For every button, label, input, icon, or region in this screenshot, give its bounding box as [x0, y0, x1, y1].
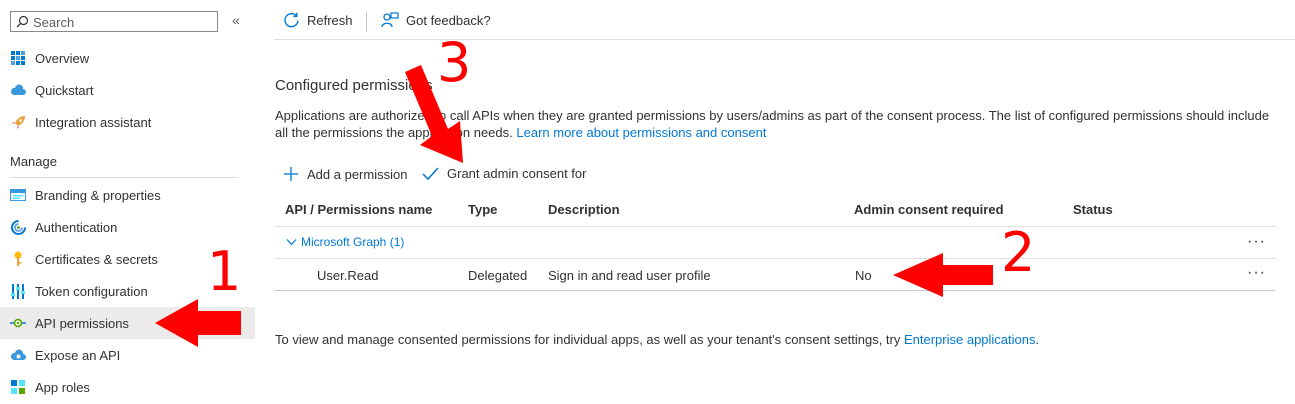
annotation-number-1: 1 [207, 240, 242, 303]
annotation-overlay [155, 65, 993, 347]
annotation-number-2: 2 [1001, 221, 1036, 284]
annotation-number-3: 3 [437, 31, 472, 94]
annotation-arrow-1 [155, 299, 241, 347]
annotation-arrow-2 [893, 253, 993, 297]
